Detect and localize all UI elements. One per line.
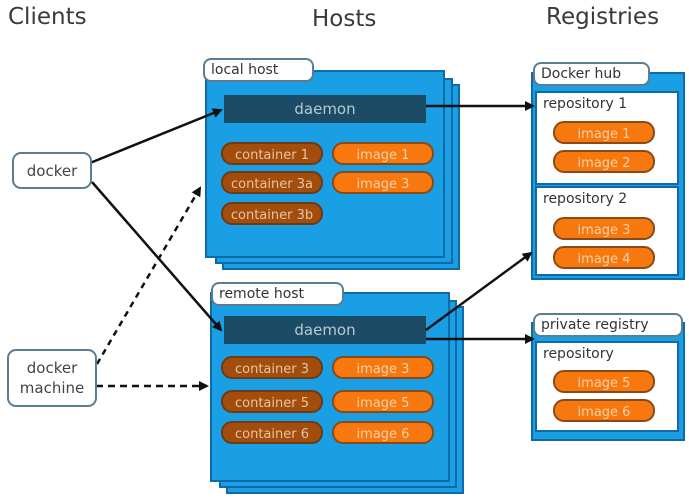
arrow-remote-daemon-to-repo2: [425, 251, 533, 332]
arrow-machine-to-local-host: [95, 186, 202, 365]
arrow-docker-to-local-daemon: [89, 108, 223, 165]
connection-arrows: [89, 101, 535, 391]
docker-client: docker: [12, 152, 92, 189]
docker-architecture-diagram: Clients Hosts Registries local host daem…: [0, 0, 689, 500]
arrow-docker-to-remote-daemon: [91, 181, 223, 332]
docker-machine-client: docker machine: [7, 349, 97, 407]
